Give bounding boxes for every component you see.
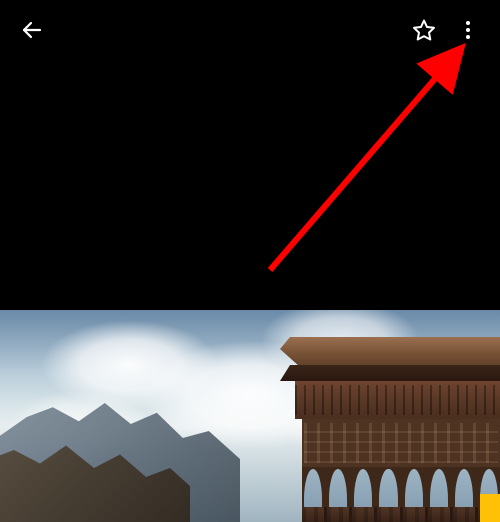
back-button[interactable] — [14, 12, 50, 48]
photo-viewer[interactable] — [0, 310, 500, 522]
more-options-button[interactable] — [450, 12, 486, 48]
annotation-arrow — [240, 40, 480, 290]
favorite-button[interactable] — [406, 12, 442, 48]
photo-corner-tag — [480, 494, 500, 522]
more-vert-icon — [456, 18, 480, 42]
arrow-back-icon — [20, 18, 44, 42]
top-app-bar — [0, 0, 500, 60]
photo-pavilion — [290, 337, 500, 522]
star-outline-icon — [412, 18, 436, 42]
